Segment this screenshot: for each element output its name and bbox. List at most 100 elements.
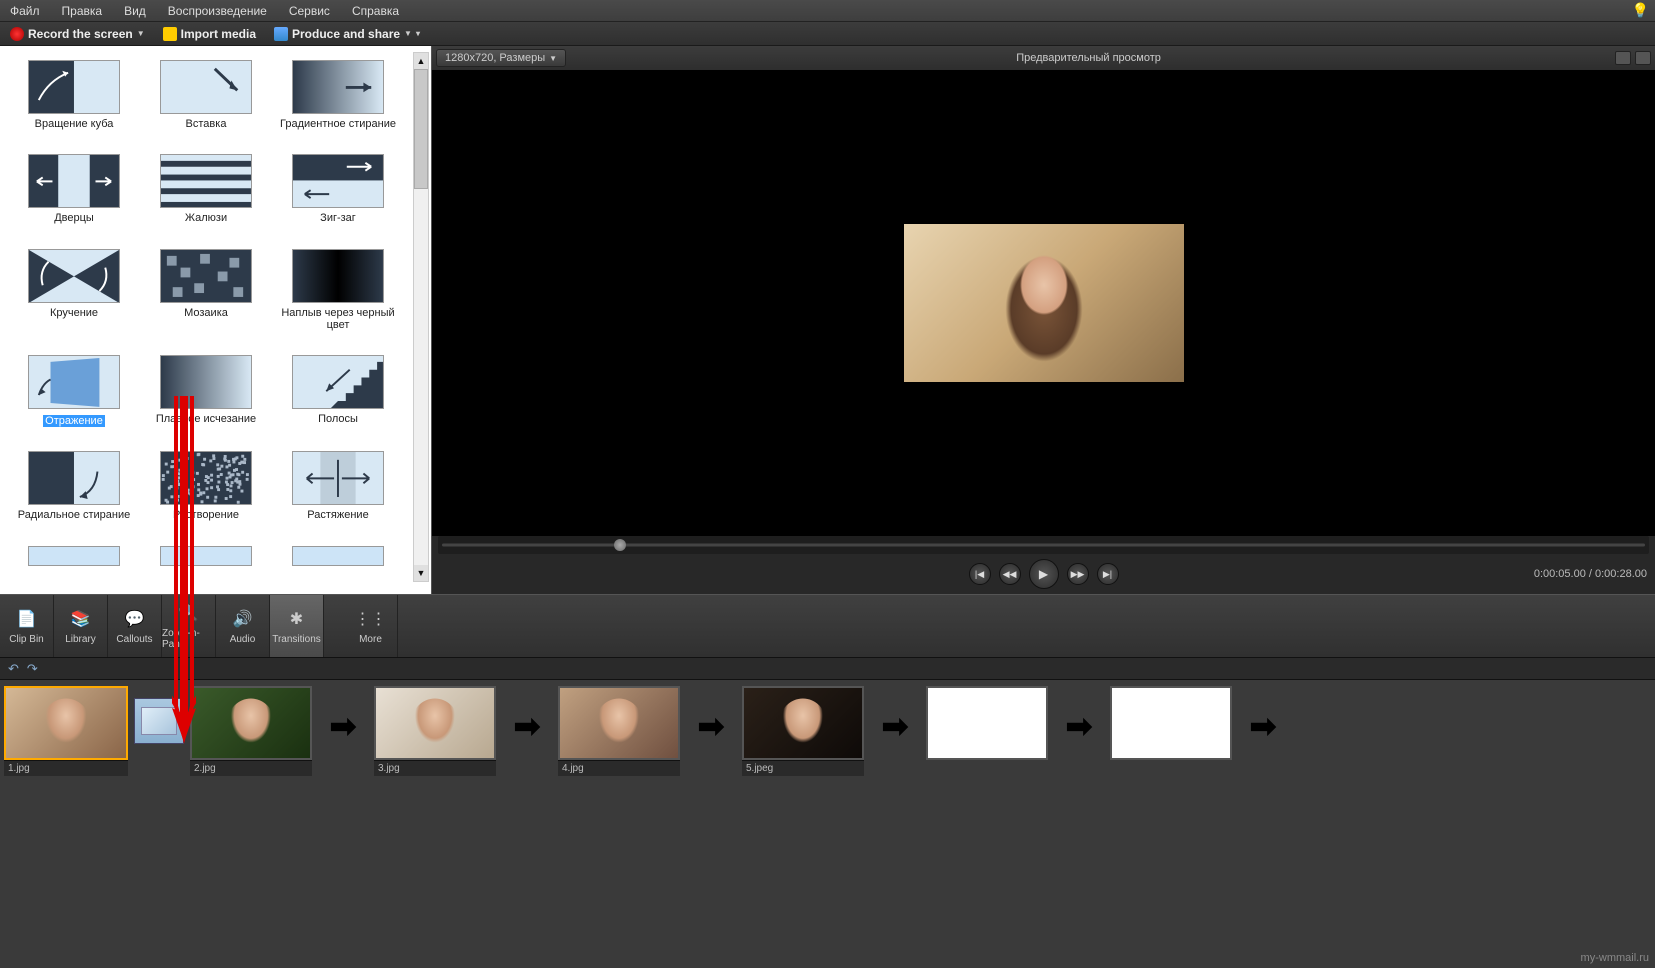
detach-icon[interactable] [1635, 51, 1651, 65]
clip-image [744, 688, 862, 758]
timeline-clip[interactable]: 5.jpeg [742, 686, 864, 776]
transition-blinds[interactable]: Жалюзи [144, 154, 268, 238]
menu-file[interactable]: Файл [6, 2, 44, 20]
transition-thumb [160, 154, 252, 208]
transition-partial[interactable] [276, 546, 400, 584]
transition-thumb [160, 355, 252, 409]
timeline-clip[interactable] [926, 686, 1048, 760]
timeline-clip[interactable]: 2.jpg [190, 686, 312, 776]
timeline-clip[interactable]: 3.jpg [374, 686, 496, 776]
transition-slot[interactable]: ➡ [502, 698, 552, 754]
produce-icon [274, 27, 288, 41]
tab-more[interactable]: ⋮⋮More [344, 595, 398, 657]
arrow-right-icon: ➡ [330, 707, 357, 745]
record-icon [10, 27, 24, 41]
next-button[interactable]: ▶| [1097, 563, 1119, 585]
transition-mosaic[interactable]: Мозаика [144, 249, 268, 345]
clip-filename: 5.jpeg [742, 760, 864, 776]
transition-doors[interactable]: Дверцы [12, 154, 136, 238]
tab-callouts[interactable]: 💬Callouts [108, 595, 162, 657]
transitions-panel: Вращение куба Вставка Градиентное стирание… [0, 46, 432, 594]
transition-grid: Вращение куба Вставка Градиентное стирание… [0, 46, 431, 594]
forward-button[interactable]: ▶▶ [1067, 563, 1089, 585]
transition-slot[interactable] [134, 698, 184, 744]
transition-slot[interactable]: ➡ [1238, 698, 1288, 754]
preview-toolbar: 1280x720, Размеры ▼ Предварительный прос… [432, 46, 1655, 70]
transition-cube-rotate[interactable]: Вращение куба [12, 60, 136, 144]
tab-transitions[interactable]: ✱Transitions [270, 595, 324, 657]
tab-library[interactable]: 📚Library [54, 595, 108, 657]
transition-dissolve[interactable]: Растворение [144, 451, 268, 535]
rewind-button[interactable]: ◀◀ [999, 563, 1021, 585]
transition-partial[interactable] [12, 546, 136, 584]
tab-audio[interactable]: 🔊Audio [216, 595, 270, 657]
menu-help[interactable]: Справка [348, 2, 403, 20]
timeline-clip[interactable]: 4.jpg [558, 686, 680, 776]
transition-label: Отражение [43, 415, 105, 427]
menu-tools[interactable]: Сервис [285, 2, 334, 20]
menu-edit[interactable]: Правка [58, 2, 107, 20]
transition-thumb [292, 546, 384, 566]
transition-thumb [28, 451, 120, 505]
clip-thumbnail [4, 686, 128, 760]
transition-label: Дверцы [12, 212, 136, 224]
seek-bar[interactable] [438, 536, 1649, 554]
undo-icon[interactable]: ↶ [8, 661, 19, 677]
transition-label: Вращение куба [12, 118, 136, 130]
transition-reflection[interactable]: Отражение [12, 355, 136, 441]
transition-partial[interactable] [144, 546, 268, 584]
transition-thumb [292, 451, 384, 505]
transition-slot[interactable]: ➡ [1054, 698, 1104, 754]
play-button[interactable]: ▶ [1029, 559, 1059, 589]
transition-thumb [292, 154, 384, 208]
timeline[interactable]: 1.jpg2.jpg➡3.jpg➡4.jpg➡5.jpeg➡➡➡ [0, 680, 1655, 848]
scrollbar[interactable]: ▲ ▼ [413, 52, 429, 582]
menu-playback[interactable]: Воспроизведение [164, 2, 271, 20]
hint-bulb-icon[interactable]: 💡 [1632, 2, 1649, 19]
scroll-down-icon[interactable]: ▼ [414, 565, 428, 581]
transition-zigzag[interactable]: Зиг-заг [276, 154, 400, 238]
transition-radial-wipe[interactable]: Радиальное стирание [12, 451, 136, 535]
transition-stripes[interactable]: Полосы [276, 355, 400, 441]
transition-label: Градиентное стирание [276, 118, 400, 130]
transition-spin[interactable]: Кручение [12, 249, 136, 345]
clip-image [928, 688, 1046, 758]
prev-button[interactable]: |◀ [969, 563, 991, 585]
clip-thumbnail [1110, 686, 1232, 760]
transition-slot[interactable]: ➡ [686, 698, 736, 754]
tab-label: Zoom-n-Pan [162, 628, 215, 650]
timeline-clip[interactable]: 1.jpg [4, 686, 128, 776]
transition-slot[interactable]: ➡ [318, 698, 368, 754]
transition-stretch[interactable]: Растяжение [276, 451, 400, 535]
clip-image [376, 688, 494, 758]
playback-controls: |◀ ◀◀ ▶ ▶▶ ▶| 0:00:05.00 / 0:00:28.00 [432, 554, 1655, 594]
fullscreen-icon[interactable] [1615, 51, 1631, 65]
clip-image [1112, 688, 1230, 758]
chevron-down-icon: ▼ [549, 54, 557, 63]
transition-thumb [28, 249, 120, 303]
scroll-up-icon[interactable]: ▲ [414, 53, 428, 69]
transition-slot[interactable]: ➡ [870, 698, 920, 754]
transition-insert[interactable]: Вставка [144, 60, 268, 144]
produce-share-button[interactable]: Produce and share ▼ ▾ [268, 25, 426, 43]
main-area: Вращение куба Вставка Градиентное стирание… [0, 46, 1655, 594]
preview-size-selector[interactable]: 1280x720, Размеры ▼ [436, 49, 566, 67]
scrollbar-thumb[interactable] [414, 69, 428, 189]
tab-clip-bin[interactable]: 📄Clip Bin [0, 595, 54, 657]
chevron-down-icon: ▼ [137, 29, 145, 38]
tab-zoom[interactable]: 🔍Zoom-n-Pan [162, 595, 216, 657]
transition-fade-black[interactable]: Наплыв через черный цвет [276, 249, 400, 345]
transition-label: Плавное исчезание [144, 413, 268, 425]
menu-view[interactable]: Вид [120, 2, 150, 20]
transition-label: Кручение [12, 307, 136, 319]
tab-label: Clip Bin [9, 634, 43, 645]
redo-icon[interactable]: ↷ [27, 661, 38, 677]
record-screen-button[interactable]: Record the screen ▼ [4, 25, 151, 43]
transition-smooth-fade[interactable]: Плавное исчезание [144, 355, 268, 441]
transition-thumb [160, 249, 252, 303]
seek-handle[interactable] [614, 539, 626, 551]
tool-tab-strip: 📄Clip Bin📚Library💬Callouts🔍Zoom-n-Pan🔊Au… [0, 594, 1655, 658]
transition-gradient-wipe[interactable]: Градиентное стирание [276, 60, 400, 144]
timeline-clip[interactable] [1110, 686, 1232, 760]
import-media-button[interactable]: Import media [157, 25, 262, 43]
